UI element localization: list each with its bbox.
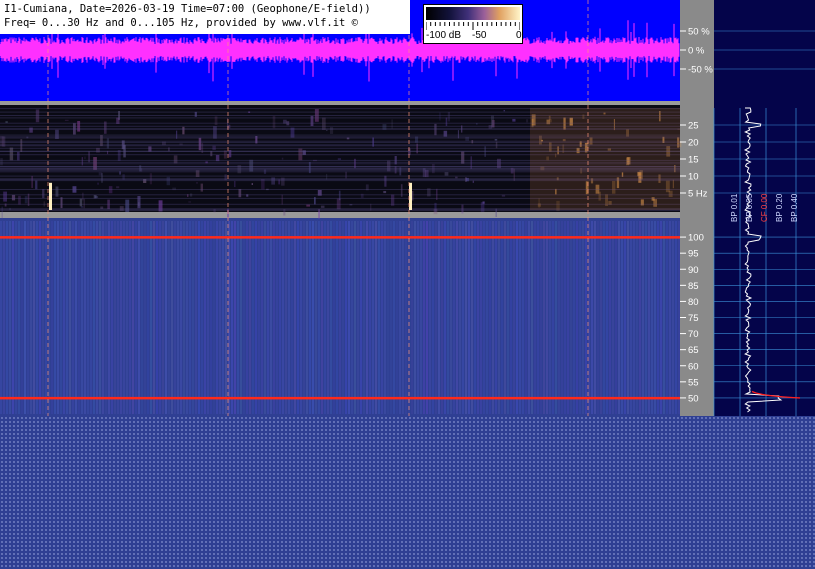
mains-line-100hz xyxy=(0,236,680,239)
channel-label: BP 0.05 xyxy=(745,193,754,222)
spectrogram-high-y-tick-label: 85 xyxy=(688,281,699,292)
spectrogram-high-y-tick-label: 75 xyxy=(688,313,699,324)
spectrogram-high-y-tick-label: 90 xyxy=(688,265,699,276)
empty-area-pattern xyxy=(0,416,815,569)
spectrogram-low-y-tick-label: 25 xyxy=(688,121,699,132)
spectrogram-high-y-tick-label: 70 xyxy=(688,329,699,340)
spectrogram-high-texture xyxy=(0,221,680,414)
spectrogram-high-y-tick-label: 65 xyxy=(688,345,699,356)
spectrogram-low-y-tick-label: 20 xyxy=(688,138,699,149)
waveform-y-tick-label: -50 % xyxy=(688,65,713,76)
spectrogram-low-y-tick-label: 10 xyxy=(688,172,699,183)
spectrogram-high-y-tick-label: 80 xyxy=(688,297,699,308)
spectrogram-spike xyxy=(49,182,52,210)
colorbar: -100 dB -50 0 xyxy=(423,4,523,44)
spectrogram-spike xyxy=(409,182,412,210)
channel-label: BP 0.20 xyxy=(775,193,784,222)
panel-separator xyxy=(0,101,680,105)
mains-line-50hz xyxy=(0,396,680,400)
channel-label: CF 0.00 xyxy=(760,193,769,222)
spectrogram-high-y-tick-label: 50 xyxy=(688,393,699,404)
colorbar-label-mid: -50 xyxy=(472,30,487,41)
spectrogram-high-y-tick-label: 55 xyxy=(688,377,699,388)
colorbar-label-max: 0 xyxy=(516,30,522,41)
spectrogram-high-y-tick-label: 95 xyxy=(688,249,699,260)
panel-separator xyxy=(0,212,680,218)
waveform-y-tick-label: 50 % xyxy=(688,27,710,38)
channel-label: BP 0.40 xyxy=(790,193,799,222)
header-line-2: Freq= 0...30 Hz and 0...105 Hz, provided… xyxy=(4,17,359,29)
spectrogram-bright-region xyxy=(530,108,680,210)
spectrogram-low-y-tick-label: 15 xyxy=(688,155,699,166)
spectrogram-high-y-tick-label: 60 xyxy=(688,361,699,372)
colorbar-gradient xyxy=(426,7,520,20)
plot-header: I1-Cumiana, Date=2026-03-19 Time=07:00 (… xyxy=(0,0,410,34)
channel-label: BP 0.01 xyxy=(730,193,739,222)
spectrogram-low-y-tick-label: 5 Hz xyxy=(688,189,708,200)
colorbar-ticks xyxy=(426,22,520,30)
spectrogram-high-y-tick-label: 100 xyxy=(688,233,704,244)
waveform-y-tick-label: 0 % xyxy=(688,46,705,57)
header-line-1: I1-Cumiana, Date=2026-03-19 Time=07:00 (… xyxy=(4,3,371,15)
colorbar-label-min: -100 dB xyxy=(426,30,462,41)
